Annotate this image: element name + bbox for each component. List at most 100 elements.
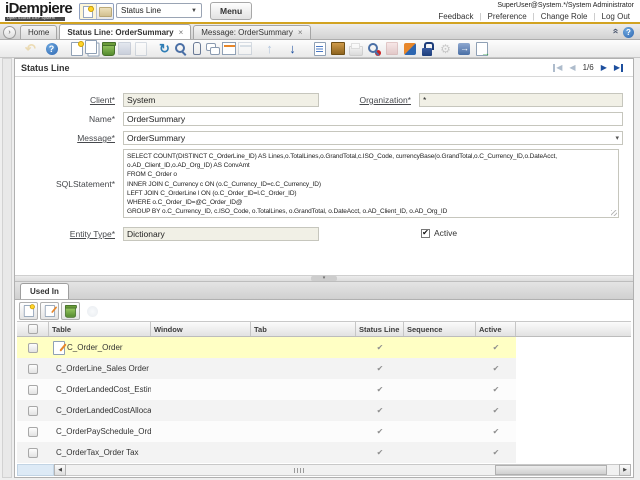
- grid-toggle-icon[interactable]: [221, 41, 236, 57]
- table-row[interactable]: C_OrderTax_Order Tax: [17, 442, 516, 463]
- workflow-icon[interactable]: [402, 41, 417, 57]
- organization-label[interactable]: Organization*: [321, 95, 411, 105]
- delete-record-icon[interactable]: [101, 41, 116, 57]
- edit-row-icon[interactable]: [43, 304, 56, 318]
- row-checkbox[interactable]: [28, 406, 38, 416]
- previous-record-icon[interactable]: [569, 64, 575, 72]
- scrollbar-track[interactable]: [66, 464, 619, 476]
- header-link-feedback[interactable]: Feedback: [432, 12, 479, 21]
- export-icon[interactable]: [456, 41, 471, 57]
- table-row[interactable]: C_OrderLandedCost_Estimated: [17, 379, 516, 400]
- scrollbar-grip-icon[interactable]: [294, 468, 304, 473]
- cell-sequence: [404, 400, 476, 421]
- scroll-right-icon[interactable]: [619, 464, 631, 476]
- header-link-preference[interactable]: Preference: [482, 12, 533, 21]
- row-checkbox[interactable]: [28, 343, 38, 353]
- detail-record-icon[interactable]: [285, 41, 300, 57]
- help-icon-small[interactable]: ?: [623, 27, 634, 38]
- panel-splitter[interactable]: [15, 275, 633, 282]
- tab-close-icon[interactable]: ×: [298, 28, 303, 37]
- requery-icon[interactable]: [366, 41, 381, 57]
- column-header-window[interactable]: Window: [151, 322, 251, 336]
- scroll-left-icon[interactable]: [54, 464, 66, 476]
- new-record-icon[interactable]: [69, 41, 84, 57]
- collapse-header-icon[interactable]: «: [610, 28, 620, 34]
- name-field[interactable]: OrderSummary: [123, 112, 623, 126]
- cell-active: [476, 379, 516, 400]
- row-edit-icon[interactable]: [52, 341, 65, 355]
- header-link-log-out[interactable]: Log Out: [596, 12, 636, 21]
- column-header-active[interactable]: Active: [476, 322, 516, 336]
- find-icon[interactable]: [173, 41, 188, 57]
- column-header-sequence[interactable]: Sequence: [404, 322, 476, 336]
- next-record-icon[interactable]: [601, 64, 607, 72]
- lock-icon[interactable]: [420, 41, 435, 57]
- app-header: iDempiere Open Source ERP System Status …: [0, 0, 640, 22]
- status-line-panel: Status Line 1/6 Client* System Organizat…: [14, 58, 634, 478]
- request-icon: [384, 41, 399, 57]
- cell-table-text: C_OrderLandedCostAllocation_: [56, 406, 151, 415]
- delete-row-icon[interactable]: [64, 304, 77, 318]
- message-combobox[interactable]: OrderSummary: [123, 131, 623, 145]
- new-row-icon[interactable]: [22, 304, 35, 318]
- collapsed-sidebar[interactable]: [2, 58, 12, 478]
- archive-icon[interactable]: [330, 41, 345, 57]
- sidebar-expand-icon[interactable]: ›: [3, 26, 16, 39]
- copy-record-icon[interactable]: [85, 41, 100, 57]
- menu-button[interactable]: Menu: [210, 2, 252, 20]
- attachment-icon[interactable]: [189, 41, 204, 57]
- row-checkbox[interactable]: [28, 385, 38, 395]
- window-selector-value: Status Line: [121, 6, 161, 15]
- table-row[interactable]: C_Order_Order: [17, 337, 516, 358]
- edit-row-button[interactable]: [40, 302, 59, 320]
- customize-icon: [85, 303, 100, 319]
- idempiere-app: iDempiere Open Source ERP System Status …: [0, 0, 640, 480]
- table-row[interactable]: C_OrderLandedCostAllocation_: [17, 400, 516, 421]
- active-checkbox[interactable]: [421, 229, 430, 238]
- folder-window-button[interactable]: [97, 4, 113, 19]
- note-window-button[interactable]: [80, 4, 97, 19]
- report-icon[interactable]: [312, 41, 327, 57]
- row-checkbox[interactable]: [28, 364, 38, 374]
- first-record-icon[interactable]: [553, 64, 562, 72]
- message-label[interactable]: Message*: [21, 133, 115, 143]
- tab-close-icon[interactable]: ×: [179, 28, 184, 37]
- column-header-table[interactable]: Table: [49, 322, 151, 336]
- cell-window: [151, 379, 251, 400]
- client-label[interactable]: Client*: [21, 95, 115, 105]
- refresh-icon[interactable]: [157, 41, 172, 57]
- table-row[interactable]: C_OrderPaySchedule_Order Pa: [17, 421, 516, 442]
- cell-window: [151, 421, 251, 442]
- tab-status-line-ordersummary[interactable]: Status Line: OrderSummary×: [59, 24, 191, 39]
- splitter-grip-icon[interactable]: [311, 276, 337, 281]
- sqlstatement-textarea[interactable]: SELECT COUNT(DISTINCT C_OrderLine_ID) AS…: [123, 149, 619, 218]
- export-file-icon[interactable]: [474, 41, 489, 57]
- column-header-tab[interactable]: Tab: [251, 322, 356, 336]
- tab-home[interactable]: Home: [20, 25, 57, 39]
- entity-type-label[interactable]: Entity Type*: [21, 229, 115, 239]
- column-header-status-line[interactable]: Status Line: [356, 322, 404, 336]
- row-checkbox[interactable]: [28, 448, 38, 458]
- tab-message-ordersummary[interactable]: Message: OrderSummary ×: [193, 25, 310, 39]
- last-record-icon[interactable]: [614, 64, 623, 72]
- row-checkbox[interactable]: [28, 427, 38, 437]
- select-all-checkbox[interactable]: [28, 324, 38, 334]
- table-row[interactable]: C_OrderLine_Sales Order Line: [17, 358, 516, 379]
- scrollbar-frozen-cell: [17, 464, 54, 476]
- new-row-button[interactable]: [19, 302, 38, 320]
- header-select-cell: [17, 322, 49, 336]
- help-icon[interactable]: [44, 41, 59, 57]
- cell-tab: [251, 358, 356, 379]
- delete-row-button[interactable]: [61, 302, 80, 320]
- active-checkbox-row: Active: [421, 228, 457, 238]
- chat-icon[interactable]: [205, 41, 220, 57]
- window-tabs: HomeStatus Line: OrderSummary×Message: O…: [20, 24, 313, 39]
- tab-label: Message: OrderSummary: [201, 28, 293, 37]
- tab-used-in[interactable]: Used In: [20, 283, 69, 299]
- header-link-change-role[interactable]: Change Role: [535, 12, 594, 21]
- row-select-cell: [17, 379, 49, 400]
- cell-active: [476, 337, 516, 358]
- window-selector[interactable]: Status Line ▼: [116, 3, 202, 18]
- user-info: SuperUser@System.*/System Administrator: [497, 2, 634, 9]
- scrollbar-thumb[interactable]: [495, 465, 607, 475]
